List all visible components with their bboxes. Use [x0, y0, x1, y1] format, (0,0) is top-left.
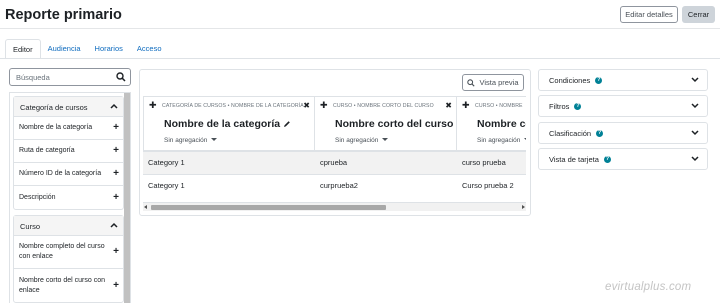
plus-icon[interactable]: + — [113, 123, 119, 133]
page-title: Reporte primario — [5, 7, 122, 23]
plus-icon[interactable]: + — [113, 280, 119, 291]
panel-filtros[interactable]: Filtros? — [538, 95, 708, 117]
scrollbar-thumb[interactable] — [151, 205, 386, 210]
plus-icon[interactable]: + — [113, 146, 119, 156]
tab-audiencia[interactable]: Audiencia — [41, 39, 88, 59]
help-icon[interactable]: ? — [595, 77, 603, 84]
panel-condiciones[interactable]: Condiciones? — [538, 69, 708, 91]
report-table: ✚ CATEGORÍA DE CURSOS • NOMBRE DE LA CAT… — [143, 96, 526, 200]
search-icon — [467, 78, 476, 87]
chevron-down-icon[interactable] — [691, 103, 699, 109]
column-header[interactable]: ✚ CURSO • NOMBRE CORTO DEL CURSO ✖ Nombr… — [315, 96, 464, 151]
column-header[interactable]: ✚ CURSO • NOMBRE Nombre co Sin agregació… — [457, 96, 526, 151]
preview-button[interactable]: Vista previa — [462, 74, 524, 91]
move-icon[interactable]: ✚ — [462, 101, 470, 110]
caret-down-icon — [382, 138, 389, 141]
chevron-down-icon[interactable] — [691, 156, 699, 162]
move-icon[interactable]: ✚ — [149, 101, 157, 110]
aggregation-select[interactable]: Sin agregación — [477, 137, 526, 144]
table-cell: curprueba2 — [315, 174, 457, 197]
watermark: evirtualplus.com — [605, 281, 692, 293]
table-column: ✚ CURSO • NOMBRE CORTO DEL CURSO ✖ Nombr… — [315, 96, 464, 200]
sidebar: Categoría de cursos Nombre de la categor… — [9, 92, 131, 303]
panel-label: Vista de tarjeta — [549, 155, 599, 164]
tabs-divider — [0, 58, 720, 59]
edit-details-button[interactable]: Editar detalles — [620, 6, 678, 23]
close-icon[interactable]: ✖ — [445, 101, 452, 110]
sidebar-item-label: Número ID de la categoría — [19, 170, 102, 177]
group-header-curso[interactable]: Curso — [14, 216, 123, 236]
close-button[interactable]: Cerrar — [682, 6, 715, 23]
plus-icon[interactable]: + — [113, 169, 119, 179]
column-source: CATEGORÍA DE CURSOS • NOMBRE DE LA CATEG… — [162, 103, 304, 109]
group-categoria-cursos: Categoría de cursos Nombre de la categor… — [13, 96, 124, 210]
table-cell: curso prueba — [457, 151, 526, 174]
tab-editor[interactable]: Editor — [5, 39, 41, 59]
group-label: Categoría de cursos — [20, 103, 88, 112]
sidebar-item-label: Descripción — [19, 193, 56, 201]
sidebar-item-label: Nombre de la categoría — [19, 124, 93, 131]
chevron-up-icon[interactable] — [110, 222, 118, 228]
table-horizontal-scrollbar[interactable] — [143, 202, 526, 211]
search-input[interactable]: Búsqueda — [9, 68, 131, 86]
column-header[interactable]: ✚ CATEGORÍA DE CURSOS • NOMBRE DE LA CAT… — [143, 96, 315, 151]
tab-acceso[interactable]: Acceso — [130, 39, 169, 59]
pencil-icon[interactable] — [283, 120, 291, 128]
sidebar-item-ruta-categoria[interactable]: Ruta de categoría + — [14, 140, 123, 163]
header-divider — [0, 28, 720, 29]
table-column: ✚ CATEGORÍA DE CURSOS • NOMBRE DE LA CAT… — [143, 96, 315, 200]
tab-bar: Editor Audiencia Horarios Acceso — [5, 39, 169, 59]
caret-down-icon — [524, 138, 526, 141]
table-cell: Category 1 — [143, 151, 315, 174]
column-title[interactable]: Nombre de la categoría — [164, 118, 291, 130]
column-source: CURSO • NOMBRE — [475, 103, 523, 109]
sidebar-item-numero-id-categoria[interactable]: Número ID de la categoría + — [14, 163, 123, 186]
sidebar-item-label: Nombre completo del curso con enlace — [19, 243, 105, 260]
panel-clasificacion[interactable]: Clasificación? — [538, 122, 708, 144]
scroll-left-icon[interactable] — [144, 205, 147, 209]
panel-label: Condiciones — [549, 76, 591, 85]
scroll-right-icon[interactable] — [522, 205, 525, 209]
group-curso: Curso Nombre completo del curso con enla… — [13, 215, 124, 303]
table-cell: Category 1 — [143, 174, 315, 197]
caret-down-icon — [211, 138, 218, 141]
column-title[interactable]: Nombre corto del curso — [335, 118, 464, 130]
preview-label: Vista previa — [479, 78, 519, 87]
sidebar-item-label: Nombre corto del curso con enlace — [19, 276, 105, 294]
move-icon[interactable]: ✚ — [320, 101, 328, 110]
group-label: Curso — [20, 222, 41, 231]
sidebar-item-nombre-completo-curso-enlace[interactable]: Nombre completo del curso con enlace + — [14, 236, 123, 269]
chevron-down-icon[interactable] — [691, 130, 699, 136]
table-cell: Curso prueba 2 — [457, 174, 526, 197]
search-placeholder: Búsqueda — [16, 73, 50, 82]
chevron-up-icon[interactable] — [110, 103, 118, 109]
group-header-categoria-cursos[interactable]: Categoría de cursos — [14, 97, 123, 117]
help-icon[interactable]: ? — [574, 103, 582, 110]
panel-label: Filtros — [549, 102, 570, 111]
aggregation-select[interactable]: Sin agregación — [335, 137, 389, 144]
help-icon[interactable]: ? — [603, 156, 611, 163]
table-column: ✚ CURSO • NOMBRE Nombre co Sin agregació… — [457, 96, 526, 200]
search-icon[interactable] — [116, 72, 126, 82]
tab-horarios[interactable]: Horarios — [88, 39, 130, 59]
sidebar-item-label: Ruta de categoría — [19, 147, 75, 154]
plus-icon[interactable]: + — [113, 192, 119, 203]
sidebar-item-descripcion[interactable]: Descripción + — [14, 186, 123, 209]
plus-icon[interactable]: + — [113, 247, 119, 257]
column-source: CURSO • NOMBRE CORTO DEL CURSO — [333, 103, 434, 109]
sidebar-scrollbar[interactable] — [124, 93, 130, 303]
sidebar-item-nombre-categoria[interactable]: Nombre de la categoría + — [14, 117, 123, 140]
close-icon[interactable]: ✖ — [303, 101, 310, 110]
column-title[interactable]: Nombre co — [477, 118, 526, 130]
help-icon[interactable]: ? — [596, 130, 604, 137]
sidebar-item-nombre-corto-curso-enlace[interactable]: Nombre corto del curso con enlace + — [14, 269, 123, 302]
chevron-down-icon[interactable] — [691, 77, 699, 83]
table-cell: cprueba — [315, 151, 457, 174]
panel-vista-tarjeta[interactable]: Vista de tarjeta? — [538, 148, 708, 170]
panel-label: Clasificación — [549, 129, 592, 138]
aggregation-select[interactable]: Sin agregación — [164, 137, 218, 144]
